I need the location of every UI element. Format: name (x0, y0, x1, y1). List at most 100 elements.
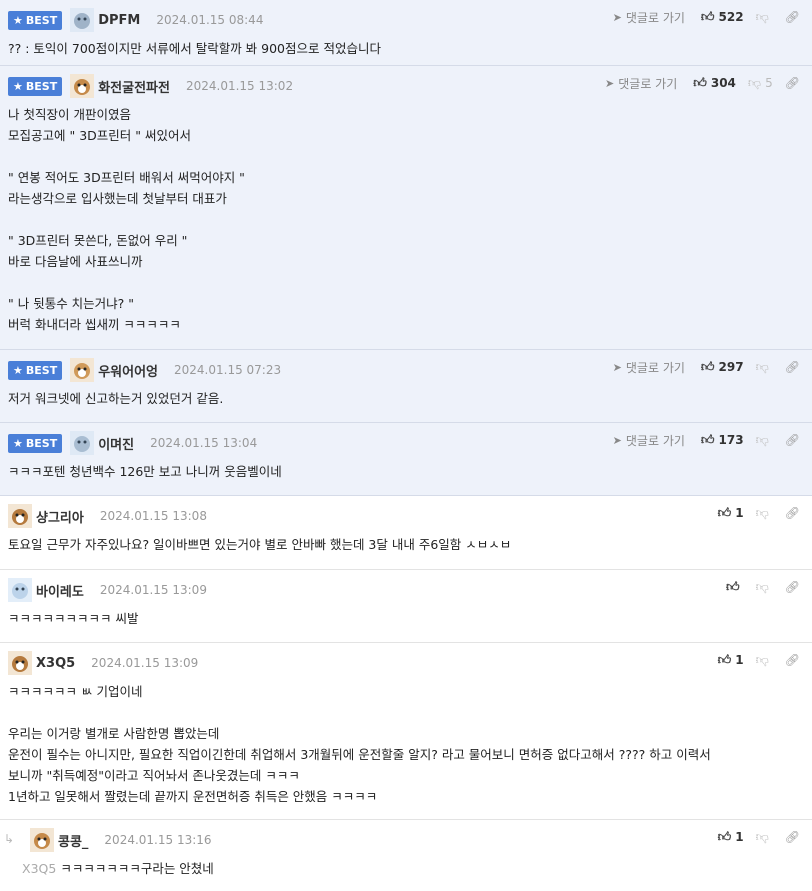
upvote-button[interactable]: 👍︎ 304 (693, 76, 736, 90)
downvote-button[interactable]: 👎︎ (756, 361, 773, 374)
downvote-button[interactable]: 👎︎ (756, 11, 773, 24)
avatar[interactable] (70, 358, 95, 382)
nickname[interactable]: 화전굴전파전 (98, 77, 170, 96)
comment-date: 2024.01.15 08:44 (156, 13, 264, 27)
thumbs-down-icon: 👎︎ (755, 579, 769, 595)
downvote-button[interactable]: 👎︎ (756, 507, 773, 520)
comment-body: ㅋㅋㅋ포텐 청년백수 126만 보고 나니꺼 웃음벨이네 (8, 464, 282, 479)
comment-date: 2024.01.15 13:08 (99, 509, 207, 523)
avatar[interactable] (70, 431, 95, 455)
nickname[interactable]: 바이레도 (36, 581, 84, 600)
best-badge: ★ BEST (8, 360, 63, 380)
upvote-button[interactable]: 👍︎ 297 (701, 360, 744, 374)
comment-item: 샹그리아 2024.01.15 13:08 👍︎ 1 👎︎ 🔗︎ 토요일 근무가 … (0, 496, 812, 570)
best-badge: ★ BEST (8, 10, 63, 30)
thumbs-up-icon: 👍︎ (693, 75, 707, 91)
comment-actions: ➤ 댓글로 가기 👍︎ 297 👎︎ 🔗︎ (613, 358, 800, 376)
thumbs-down-icon: 👎︎ (755, 829, 769, 845)
comment-date: 2024.01.15 13:02 (185, 79, 294, 93)
thumbs-down-icon: 👎︎ (755, 9, 769, 25)
avatar[interactable] (70, 74, 95, 98)
nickname[interactable]: DPFM (98, 13, 140, 28)
thumbs-down-icon: 👎︎ (755, 359, 769, 375)
comment-body: 저거 워크넷에 신고하는거 있었던거 같음. (8, 391, 224, 406)
comment-actions: ➤ 댓글로 가기 👍︎ 173 👎︎ 🔗︎ (613, 431, 800, 449)
go-to-reply-link[interactable]: ➤ 댓글로 가기 (613, 9, 685, 26)
send-arrow-icon: ➤ (612, 10, 622, 24)
star-icon: ★ (13, 436, 23, 450)
comment-body: 토요일 근무가 자주있나요? 일이바쁘면 있는거야 별로 안바빠 했는데 3달 … (8, 537, 512, 552)
thumbs-up-icon: 👍︎ (717, 505, 732, 521)
upvote-button[interactable]: 👍︎ 1 (718, 506, 744, 520)
downvote-button[interactable]: 👎︎ (756, 831, 773, 844)
nickname[interactable]: 이며진 (98, 434, 134, 453)
link-icon[interactable]: 🔗︎ (785, 653, 800, 667)
comment-body: 나 첫직장이 개판이였음 모집공고에 " 3D프린터 " 써있어서 " 연봉 적… (8, 107, 245, 332)
mention-tag[interactable]: X3Q5 (22, 861, 56, 876)
comment-item: ★ BEST 우워어어엉 2024.01.15 07:23 ➤ 댓글로 가기 👍︎ 2… (0, 350, 812, 423)
link-icon[interactable]: 🔗︎ (785, 580, 800, 594)
comment-item: X3Q5 2024.01.15 13:09 👍︎ 1 👎︎ 🔗︎ ㅋㅋㅋㅋㅋㅋ ㅄ… (0, 643, 812, 820)
avatar[interactable] (8, 504, 32, 528)
comment-actions: ➤ 댓글로 가기 👍︎ 304 👎︎ 5 🔗︎ (605, 74, 800, 92)
go-to-reply-link[interactable]: ➤ 댓글로 가기 (613, 359, 685, 376)
comment-item: ↳ 콩콩_ 2024.01.15 13:16 👍︎ 1 👎︎ 🔗︎ X3Q5 ㅋㅋㅋ… (0, 820, 812, 890)
link-icon[interactable]: 🔗︎ (785, 10, 800, 24)
avatar[interactable] (30, 828, 54, 852)
link-icon[interactable]: 🔗︎ (785, 506, 800, 520)
comment-actions: ➤ 댓글로 가기 👍︎ 522 👎︎ 🔗︎ (613, 8, 800, 26)
comment-date: 2024.01.15 13:09 (91, 656, 199, 670)
thumbs-up-icon: 👍︎ (717, 652, 732, 668)
downvote-button[interactable]: 👎︎ 5 (748, 76, 773, 90)
go-to-reply-link[interactable]: ➤ 댓글로 가기 (605, 75, 677, 92)
best-badge: ★ BEST (8, 433, 63, 453)
downvote-button[interactable]: 👎︎ (756, 581, 773, 594)
upvote-button[interactable]: 👍︎ 173 (701, 433, 744, 447)
upvote-button[interactable]: 👍︎ (726, 581, 744, 594)
thumbs-up-icon: 👍︎ (725, 579, 740, 595)
nickname[interactable]: 샹그리아 (36, 507, 84, 526)
thumbs-down-icon: 👎︎ (755, 505, 769, 521)
thumbs-down-icon: 👎︎ (755, 432, 769, 448)
comment-body: ㅋㅋㅋㅋㅋㅋ ㅄ 기업이네 우리는 이거랑 별개로 사람한명 뽑았는데 운전이 … (8, 684, 711, 804)
send-arrow-icon: ➤ (612, 433, 622, 447)
comment-body: X3Q5 ㅋㅋㅋㅋㅋㅋㅋ구라는 안쳤네 (22, 858, 804, 879)
downvote-button[interactable]: 👎︎ (756, 654, 773, 667)
comment-date: 2024.01.15 13:04 (150, 436, 258, 450)
thumbs-up-icon: 👍︎ (700, 359, 715, 375)
link-icon[interactable]: 🔗︎ (785, 360, 800, 374)
avatar[interactable] (8, 651, 32, 675)
link-icon[interactable]: 🔗︎ (785, 433, 800, 447)
nickname[interactable]: 콩콩_ (58, 831, 88, 850)
comment-actions: 👍︎ 1 👎︎ 🔗︎ (718, 828, 800, 846)
comment-actions: 👍︎ 1 👎︎ 🔗︎ (718, 651, 800, 669)
link-icon[interactable]: 🔗︎ (785, 76, 800, 90)
comment-body: ?? : 토익이 700점이지만 서류에서 탈락할까 봐 900점으로 적었습니… (8, 41, 381, 56)
reply-arrow-icon: ↳ (4, 832, 15, 846)
comment-list: ★ BEST DPFM 2024.01.15 08:44 ➤ 댓글로 가기 👍︎ 52… (0, 0, 812, 890)
upvote-button[interactable]: 👍︎ 522 (701, 10, 744, 24)
upvote-button[interactable]: 👍︎ 1 (718, 830, 744, 844)
comment-item: 바이레도 2024.01.15 13:09 👍︎ 👎︎ 🔗︎ ㅋㅋㅋㅋㅋㅋㅋㅋㅋ… (0, 570, 812, 643)
star-icon: ★ (13, 13, 23, 27)
comment-actions: 👍︎ 1 👎︎ 🔗︎ (718, 504, 800, 522)
downvote-button[interactable]: 👎︎ (756, 434, 773, 447)
nickname[interactable]: X3Q5 (36, 656, 75, 671)
thumbs-up-icon: 👍︎ (700, 432, 715, 448)
comment-date: 2024.01.15 13:16 (104, 833, 212, 847)
avatar[interactable] (8, 578, 32, 602)
send-arrow-icon: ➤ (605, 76, 615, 90)
thumbs-down-icon: 👎︎ (755, 652, 769, 668)
comment-item: ★ BEST 이며진 2024.01.15 13:04 ➤ 댓글로 가기 👍︎ 173… (0, 423, 812, 496)
go-to-reply-link[interactable]: ➤ 댓글로 가기 (613, 432, 685, 449)
comment-actions: 👍︎ 👎︎ 🔗︎ (726, 578, 800, 596)
comment-date: 2024.01.15 13:09 (99, 583, 207, 597)
avatar[interactable] (70, 8, 95, 32)
best-badge: ★ BEST (8, 76, 63, 96)
nickname[interactable]: 우워어어엉 (98, 361, 158, 380)
comment-text: ㅋㅋㅋㅋㅋㅋㅋ구라는 안쳤네 (60, 861, 214, 876)
send-arrow-icon: ➤ (612, 360, 622, 374)
upvote-button[interactable]: 👍︎ 1 (718, 653, 744, 667)
link-icon[interactable]: 🔗︎ (785, 830, 800, 844)
comment-item: ★ BEST DPFM 2024.01.15 08:44 ➤ 댓글로 가기 👍︎ 52… (0, 0, 812, 66)
